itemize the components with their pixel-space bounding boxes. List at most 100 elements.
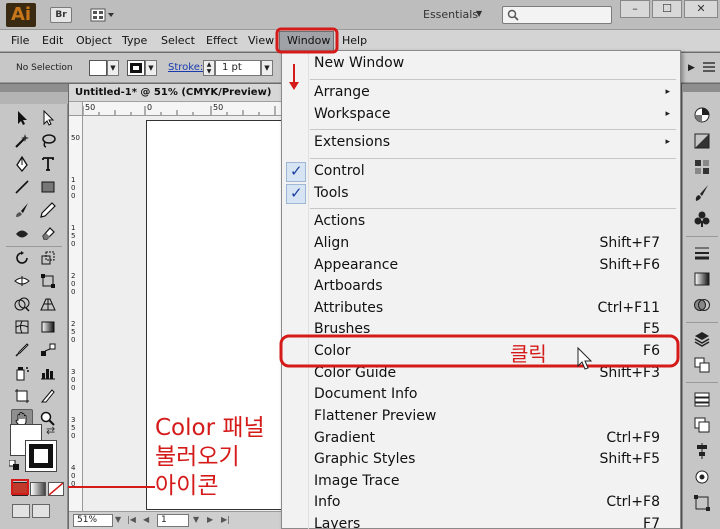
draw-normal-icon[interactable] [12,504,30,518]
appearance-panel-icon[interactable] [690,328,714,350]
eraser-tool-icon[interactable] [37,223,59,243]
fill-dropdown-button[interactable]: ▼ [107,60,119,76]
menu-item-workspace[interactable]: Workspace [314,106,391,126]
close-button[interactable]: ✕ [684,0,718,18]
vertical-ruler[interactable]: 50 100 150 200 250 300 350 400 [69,116,83,511]
slice-tool-icon[interactable] [37,386,59,406]
pathfinder-panel-icon[interactable] [690,466,714,488]
menu-item-info[interactable]: Info [314,494,341,514]
transparency-panel-icon[interactable] [690,294,714,316]
align-panel-icon[interactable] [690,440,714,462]
symbols-panel-icon[interactable] [690,208,714,230]
menu-object[interactable]: Object [76,34,112,47]
stroke-panel-link[interactable]: Stroke: [168,62,203,73]
arrange-documents-button[interactable] [90,7,116,23]
minimize-button[interactable]: – [620,0,650,18]
symbol-sprayer-tool-icon[interactable] [11,363,33,383]
menu-item-brushes[interactable]: Brushes [314,321,370,341]
menu-item-arrange[interactable]: Arrange [314,84,370,104]
stroke-weight-dropdown[interactable]: ▼ [261,60,273,76]
shape-builder-tool-icon[interactable] [11,294,33,314]
chevron-down-icon[interactable]: ▼ [476,9,482,18]
stroke-color-box[interactable] [25,440,57,472]
menu-item-align[interactable]: Align [314,235,349,255]
ruler-origin[interactable] [69,102,83,116]
menu-select[interactable]: Select [161,34,195,47]
menu-item-attributes[interactable]: Attributes [314,300,383,320]
color-mode-icon[interactable] [12,482,28,496]
menu-item-document-info[interactable]: Document Info [314,386,417,406]
color-panel-icon[interactable] [690,104,714,126]
rectangle-tool-icon[interactable] [37,177,59,197]
last-artboard-icon[interactable]: ▶| [221,515,230,524]
horizontal-ruler[interactable]: 50 0 50 [83,102,281,116]
transform-panel-icon[interactable] [690,492,714,514]
color-guide-panel-icon[interactable] [690,130,714,152]
stroke-color-swatch[interactable] [127,60,145,76]
dock-header[interactable] [683,84,720,92]
gradient-panel-icon[interactable] [690,268,714,290]
paintbrush-tool-icon[interactable] [11,200,33,220]
blend-tool-icon[interactable] [37,340,59,360]
menu-item-color[interactable]: Color [314,343,351,363]
menu-item-artboards[interactable]: Artboards [314,278,383,298]
maximize-button[interactable]: ☐ [652,0,682,18]
artboard-number-field[interactable]: 1 [157,514,189,527]
menu-item-new-window[interactable]: New Window [314,55,404,75]
pen-tool-icon[interactable] [11,154,33,174]
type-tool-icon[interactable] [37,154,59,174]
swap-fill-stroke-icon[interactable]: ⇄ [46,424,55,437]
zoom-dropdown-icon[interactable]: ▼ [115,515,121,524]
column-graph-tool-icon[interactable] [37,363,59,383]
mesh-tool-icon[interactable] [11,317,33,337]
menu-item-image-trace[interactable]: Image Trace [314,473,399,493]
screen-mode-icon[interactable] [32,504,50,518]
menu-window[interactable]: Window [287,34,330,47]
stroke-panel-icon[interactable] [690,242,714,264]
menu-file[interactable]: File [11,34,29,47]
selection-tool-icon[interactable] [11,108,33,128]
workspace-switcher[interactable]: Essentials [423,8,478,21]
menu-item-appearance[interactable]: Appearance [314,257,398,277]
stroke-dropdown-button[interactable]: ▼ [145,60,157,76]
previous-artboard-icon[interactable]: ◀ [143,515,149,524]
swatches-panel-icon[interactable] [690,156,714,178]
search-input[interactable] [502,6,612,24]
brushes-panel-icon[interactable] [690,182,714,204]
layers-panel-icon[interactable] [690,388,714,410]
line-segment-tool-icon[interactable] [11,177,33,197]
menu-item-gradient[interactable]: Gradient [314,430,375,450]
gradient-mode-icon[interactable] [30,482,46,496]
menu-item-actions[interactable]: Actions [314,213,365,233]
next-artboard-icon[interactable]: ▶ [207,515,213,524]
stroke-weight-field[interactable]: 1 pt [215,60,261,76]
width-tool-icon[interactable] [11,271,33,291]
menu-item-color-guide[interactable]: Color Guide [314,365,396,385]
menu-help[interactable]: Help [342,34,367,47]
menu-edit[interactable]: Edit [42,34,63,47]
artboards-panel-icon[interactable] [690,414,714,436]
none-mode-icon[interactable] [48,482,64,496]
lasso-tool-icon[interactable] [37,131,59,151]
rotate-tool-icon[interactable] [11,248,33,268]
perspective-grid-tool-icon[interactable] [37,294,59,314]
gradient-tool-icon[interactable] [37,317,59,337]
tools-panel-header[interactable] [0,84,68,92]
zoom-level-field[interactable]: 51% [73,514,113,527]
menu-item-flattener-preview[interactable]: Flattener Preview [314,408,436,428]
graphic-styles-panel-icon[interactable] [690,354,714,376]
bridge-button[interactable]: Br [50,7,72,23]
free-transform-tool-icon[interactable] [37,271,59,291]
panel-menu-icon[interactable] [702,61,716,73]
pencil-tool-icon[interactable] [37,200,59,220]
first-artboard-icon[interactable]: |◀ [127,515,136,524]
menu-view[interactable]: View [248,34,274,47]
blob-brush-tool-icon[interactable] [11,223,33,243]
control-bar-overflow-icon[interactable]: ▶ [688,63,695,73]
fill-color-swatch[interactable] [89,60,107,76]
menu-effect[interactable]: Effect [206,34,238,47]
magic-wand-tool-icon[interactable] [11,131,33,151]
menu-item-tools[interactable]: Tools [314,185,349,205]
direct-selection-tool-icon[interactable] [37,108,59,128]
eyedropper-tool-icon[interactable] [11,340,33,360]
